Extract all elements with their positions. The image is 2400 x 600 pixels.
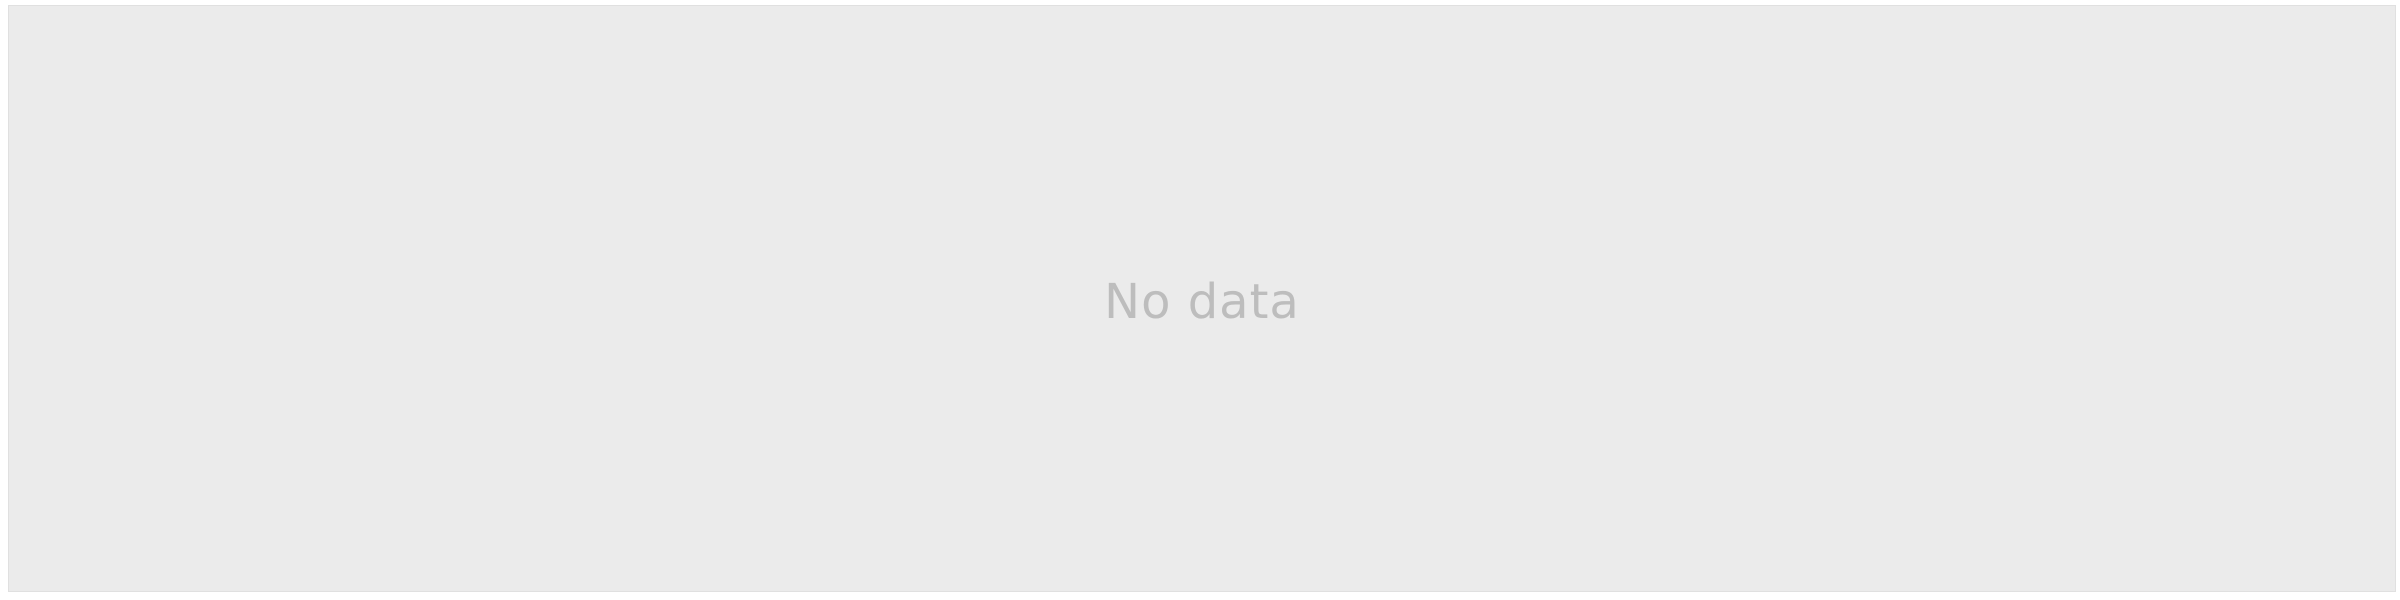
no-data-message: No data (1104, 274, 1300, 330)
empty-data-panel: No data (8, 5, 2396, 592)
